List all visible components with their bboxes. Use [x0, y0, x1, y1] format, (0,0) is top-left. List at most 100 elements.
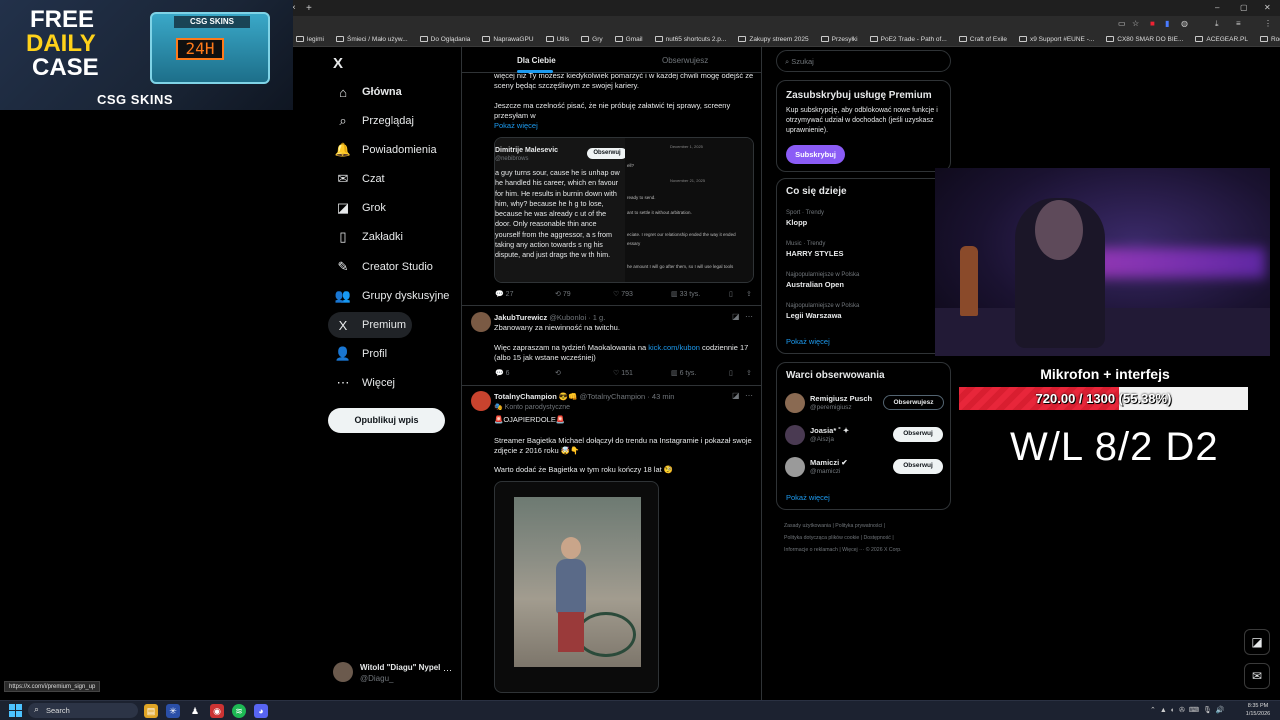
bookmark-item[interactable]: CX80 SMAR DO BIE... [1106, 36, 1183, 43]
sidebar-item-grupy-dyskusyjne[interactable]: 👥 Grupy dyskusyjne [328, 283, 450, 309]
reply-button[interactable]: 💬 27 [495, 290, 513, 298]
spotify-icon[interactable]: ≋ [232, 704, 246, 718]
tab-for-you[interactable]: Dla Ciebie [517, 56, 556, 65]
sidebar-item-creator-studio[interactable]: ✎ Creator Studio [328, 254, 433, 280]
csgskins-ad-banner[interactable]: FREE DAILY CASE CSG SKINS 24H CSG SKINS [0, 0, 293, 110]
following-button[interactable]: Obserwujesz [883, 395, 944, 410]
follow-button[interactable]: Obserwuj [893, 459, 943, 474]
extension-icon[interactable]: ◍ [1181, 19, 1188, 28]
discord-icon[interactable]: ◕ [254, 704, 268, 718]
sidebar-item-profil[interactable]: 👤 Profil [328, 341, 387, 367]
close-window-icon[interactable]: ✕ [1264, 3, 1271, 12]
follow-suggestion[interactable]: Joasia* ˚ ✦ @Aiszja Obserwuj [785, 425, 945, 451]
author-handle[interactable]: @Kubonloi [549, 313, 586, 322]
sidebar-item-czat[interactable]: ✉ Czat [328, 166, 385, 192]
subscribe-button[interactable]: Subskrybuj [786, 145, 845, 164]
quote-follow-button[interactable]: Obserwuj [587, 148, 627, 159]
system-tray[interactable]: ⌃▲◐✇⌨🎙🔊 [1150, 706, 1229, 714]
extension-icon[interactable]: ■ [1150, 19, 1155, 28]
bookmark-item[interactable]: Zakupy streem 2025 [738, 36, 809, 43]
trend-item[interactable]: Sport · Trendy Klopp [786, 210, 946, 227]
bookmark-icon[interactable]: ▯ [729, 290, 733, 298]
bookmark-item[interactable]: nut65 shortcuts 2.p... [654, 36, 726, 43]
bookmark-item[interactable]: Śmieci / Mało używ... [335, 36, 408, 43]
post-menu-icon[interactable]: ⋯ [745, 312, 753, 321]
show-more-link[interactable]: Pokaż więcej [494, 121, 574, 131]
post-media-image[interactable] [494, 481, 659, 693]
reply-button[interactable]: 💬 6 [495, 369, 510, 377]
extension-shield-icon[interactable]: ▮ [1165, 19, 1169, 28]
bookmark-star-icon[interactable]: ☆ [1132, 19, 1139, 28]
file-explorer-icon[interactable]: ▤ [144, 704, 158, 718]
bookmark-item[interactable]: Craft of Exile [958, 36, 1007, 43]
sidebar-item-główna[interactable]: ⌂ Główna [328, 79, 402, 105]
bookmark-item[interactable]: legimi [296, 36, 324, 43]
post-time[interactable]: · 1 g. [588, 313, 605, 322]
show-more-link[interactable]: Pokaż więcej [786, 493, 830, 502]
windows-start-icon[interactable] [9, 704, 22, 717]
avatar[interactable] [471, 391, 491, 411]
post-menu-icon[interactable]: ⋯ [745, 391, 753, 400]
author-handle[interactable]: @TotalnyChampion [580, 392, 646, 401]
grok-icon[interactable]: ◪ [732, 391, 740, 400]
taskbar-clock[interactable]: 8:35 PM 1/15/2026 [1243, 702, 1273, 718]
more-icon[interactable]: ⋯ [443, 665, 452, 676]
tab-following[interactable]: Obserwujesz [662, 56, 708, 65]
publish-button[interactable]: Opublikuj wpis [328, 408, 445, 433]
avatar[interactable] [471, 312, 491, 332]
x-logo-icon[interactable]: X [333, 55, 343, 72]
grok-floating-icon[interactable]: ◪ [1244, 629, 1270, 655]
quoted-post[interactable]: Dimitrije Malesevic @nebibrows Obserwuj … [494, 137, 754, 283]
trend-item[interactable]: Najpopularniejsze w Polska Legii Warszawa [786, 303, 946, 320]
chrome-icon[interactable]: ◉ [210, 704, 224, 718]
bookmark-item[interactable]: Utils [545, 36, 569, 43]
trend-item[interactable]: Najpopularniejsze w Polska Australian Ope… [786, 272, 946, 289]
sidebar-item-premium[interactable]: X Premium [328, 312, 412, 338]
bookmark-item[interactable]: ACEGEAR.PL [1195, 36, 1248, 43]
post-time[interactable]: · 43 min [647, 392, 674, 401]
author-name[interactable]: TotalnyChampion 😎👊 [494, 392, 578, 401]
maximize-icon[interactable]: ▢ [1240, 3, 1248, 12]
bookmark-item[interactable]: NaprawaGPU [482, 36, 534, 43]
sidebar-item-przeglądaj[interactable]: ⌕ Przeglądaj [328, 108, 414, 134]
minimize-icon[interactable]: – [1215, 3, 1219, 12]
like-button[interactable]: ♡ 151 [613, 369, 633, 377]
bookmark-item[interactable]: x9 Support #EUNE -... [1018, 36, 1094, 43]
author-name[interactable]: JakubTurewicz [494, 313, 547, 322]
bookmark-item[interactable]: Gmail [614, 36, 643, 43]
sidebar-item-zakładki[interactable]: ▯ Zakładki [328, 224, 403, 250]
follow-suggestion[interactable]: Remigiusz Pusch @peremigiusz Obserwujesz [785, 393, 945, 419]
bookmark-item[interactable]: Przesyłki [820, 36, 858, 43]
share-icon[interactable]: ⇪ [746, 290, 752, 298]
bookmark-item[interactable]: Do Oglądania [419, 36, 470, 43]
share-icon[interactable]: ⇪ [746, 369, 752, 377]
taskbar-search[interactable]: ⌕ Search [28, 703, 138, 718]
show-more-link[interactable]: Pokaż więcej [786, 337, 830, 346]
bookmark-item[interactable]: Rode RODE NT1S-A... [1259, 36, 1280, 43]
reading-list-icon[interactable]: ≡ [1236, 19, 1241, 28]
search-input[interactable]: ⌕ Szukaj [776, 50, 951, 72]
download-icon[interactable]: ⤓ [1215, 19, 1219, 29]
trend-item[interactable]: Music · Trendy HARRY STYLES [786, 241, 946, 258]
kick-link[interactable]: kick.com/kubon [648, 343, 700, 352]
cast-icon[interactable]: ▭ [1118, 19, 1126, 28]
follow-button[interactable]: Obserwuj [893, 427, 943, 442]
account-switcher[interactable]: Witold "Diagu" Nypel @Diagu_ ⋯ [333, 660, 458, 688]
follow-suggestion[interactable]: Mamiczi ✔ @mamiczi Obserwuj [785, 457, 945, 483]
bookmark-icon[interactable]: ▯ [729, 369, 733, 377]
app-icon[interactable]: ✳ [166, 704, 180, 718]
repost-button[interactable]: ⟲ 79 [555, 290, 571, 298]
bookmark-item[interactable]: Gry [581, 36, 603, 43]
new-tab-button[interactable]: + [306, 3, 312, 14]
grok-icon[interactable]: ◪ [732, 312, 740, 321]
app-icon[interactable]: ♟ [188, 704, 202, 718]
views-button[interactable]: ▥ 6 tys. [671, 369, 696, 377]
sidebar-item-więcej[interactable]: ⋯ Więcej [328, 370, 396, 396]
messages-floating-icon[interactable]: ✉ [1244, 663, 1270, 689]
bookmark-item[interactable]: PoE2 Trade - Path of... [869, 36, 947, 43]
sidebar-item-grok[interactable]: ◪ Grok [328, 195, 386, 221]
menu-dots-icon[interactable]: ⋮ [1264, 19, 1272, 28]
views-button[interactable]: ▥ 33 tys. [671, 290, 700, 298]
like-button[interactable]: ♡ 793 [613, 290, 633, 298]
sidebar-item-powiadomienia[interactable]: 🔔 Powiadomienia [328, 137, 437, 163]
